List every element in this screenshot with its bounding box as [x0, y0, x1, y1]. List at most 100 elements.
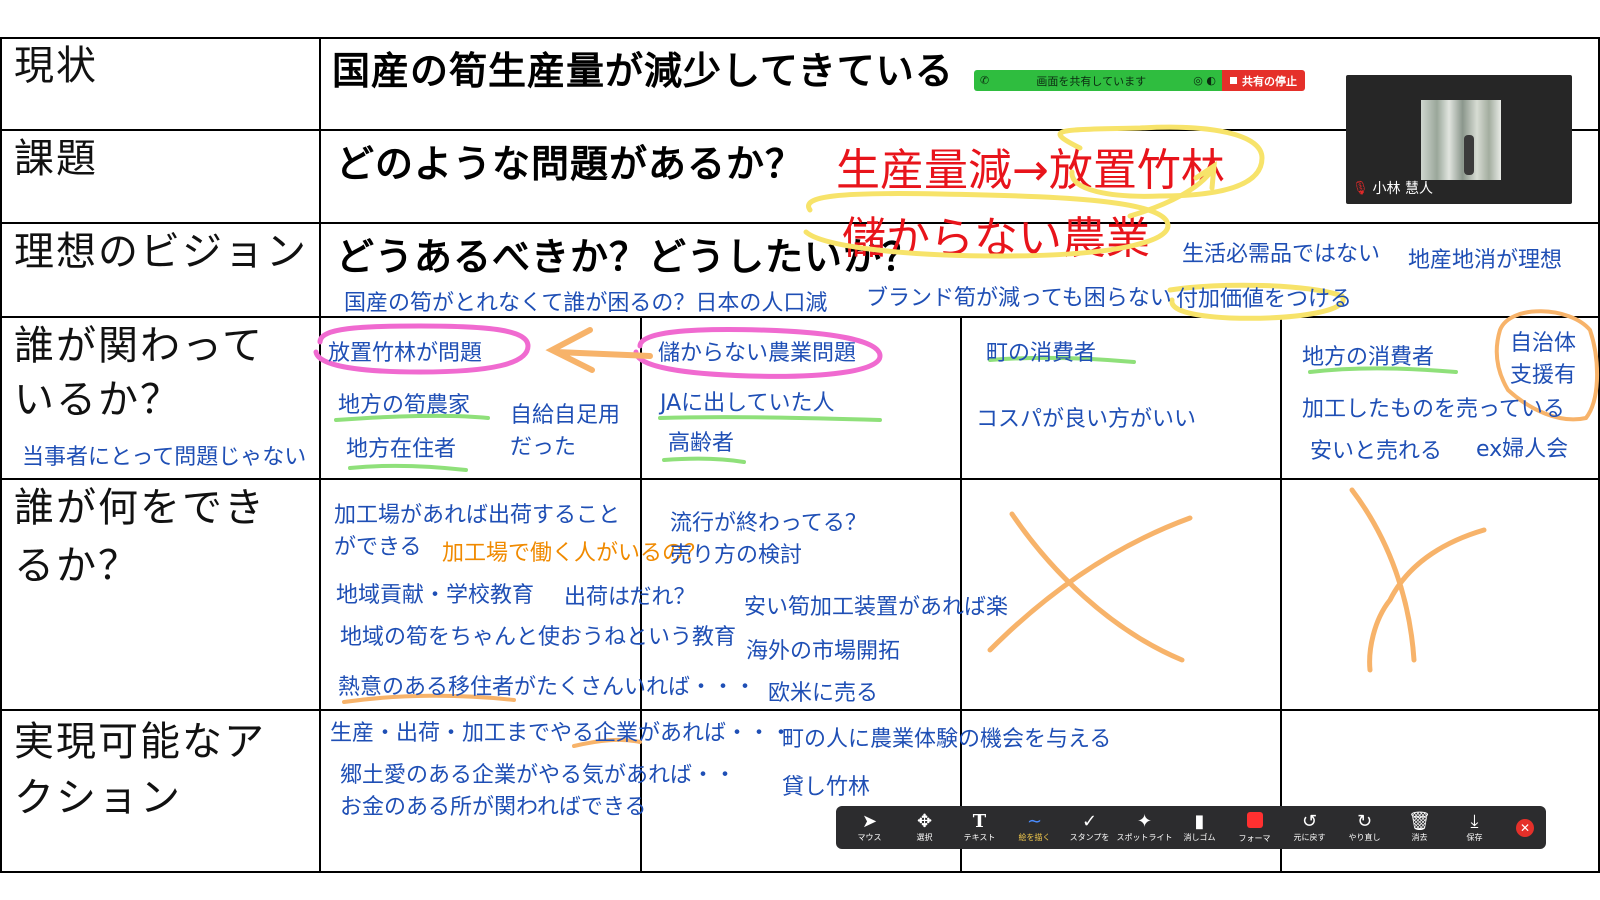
- note-trend-over: 流行が終わってる？: [670, 511, 867, 536]
- row-label-issue: 課題: [14, 136, 98, 182]
- note-plant-workers: 加工場で働く人がいるの？: [442, 541, 707, 566]
- note-passionate-migrants: 熱意のある移住者がたくさんいれば・・・: [338, 675, 757, 700]
- note-processed-goods: 加工したものを売っている: [1302, 397, 1565, 422]
- row-label-stakeholders-2: いるか？: [14, 377, 182, 423]
- note-cheap-sells: 安いと売れる: [1310, 439, 1443, 464]
- note-local-consumer: 地方の消費者: [1302, 345, 1435, 370]
- participant-name: 小林 慧人: [1372, 181, 1433, 197]
- row-label-capabilities-1: 誰が何をでき: [14, 485, 266, 531]
- download-icon: ⤓: [1470, 811, 1479, 832]
- heading-issue: どのような問題があるか？: [336, 142, 805, 186]
- tool-undo[interactable]: ↺ 元に戻す: [1282, 808, 1337, 848]
- move-icon: ✥: [916, 811, 933, 832]
- wand-icon: ✦: [1136, 811, 1153, 832]
- video-person: [1464, 135, 1474, 175]
- close-icon[interactable]: ✕: [1516, 818, 1534, 837]
- tool-eraser[interactable]: ▮ 消しゴム: [1172, 808, 1227, 848]
- tool-text[interactable]: T テキスト: [952, 808, 1007, 848]
- note-farm-experience: 町の人に農業体験の機会を与える: [782, 727, 1112, 752]
- table-border-bottom: [0, 871, 1600, 873]
- shield-icon: ◐: [1206, 74, 1216, 87]
- note-add-value: 付加価値をつける: [1176, 287, 1353, 312]
- row-label-status: 現状: [14, 43, 98, 89]
- note-support: 支援有: [1510, 363, 1577, 388]
- row-label-actions-1: 実現可能なア: [14, 719, 266, 765]
- note-unprofitable-problem: 儲からない農業問題: [658, 341, 857, 366]
- table-row-divider: [0, 478, 1600, 480]
- note-who-troubled: 国産の筍がとれなくて誰が困るの？日本の人口減: [344, 291, 828, 316]
- note-cheap-device: 安い筍加工装置があれば楽: [744, 595, 1009, 620]
- note-motivated-company: 郷土愛のある企業がやる気があれば・・: [340, 763, 737, 788]
- note-not-problem: 当事者にとって問題じゃない: [22, 445, 307, 470]
- note-local-consumption: 地産地消が理想: [1408, 248, 1563, 273]
- tool-mouse[interactable]: ➤ マウス: [842, 808, 897, 848]
- heading-status: 国産の筍生産量が減少してきている: [332, 49, 954, 93]
- note-community-education: 地域貢献・学校教育: [336, 583, 535, 608]
- stop-share-label: 共有の停止: [1242, 74, 1297, 88]
- note-elderly: 高齢者: [668, 431, 735, 456]
- color-swatch-icon: [1246, 811, 1263, 833]
- note-unprofitable-farming: 儲からない農業: [842, 213, 1150, 264]
- share-status[interactable]: ✆ 画面を共有しています ◎ ◐: [974, 70, 1222, 91]
- share-status-text: 画面を共有しています: [1036, 74, 1147, 88]
- note-sales-method: 売り方の検討: [670, 543, 803, 568]
- note-abandoned-bamboo: 放置竹林が問題: [328, 341, 483, 366]
- row-label-vision: 理想のビジョン: [14, 229, 308, 275]
- mic-muted-icon: 🎙: [1352, 180, 1369, 196]
- note-sell-west: 欧米に売る: [768, 681, 879, 706]
- stop-icon: [1230, 77, 1237, 84]
- phone-icon: ✆: [980, 74, 990, 87]
- note-rent-bamboo: 貸し竹林: [782, 775, 871, 800]
- table-col-divider: [1280, 316, 1282, 873]
- note-cost-performance: コスパが良い方がいい: [976, 407, 1197, 432]
- row-label-stakeholders-1: 誰が関わって: [14, 323, 264, 369]
- note-wealthy-involvement: お金のある所が関わればできる: [340, 795, 647, 820]
- stop-share-button[interactable]: 共有の停止: [1222, 70, 1305, 91]
- note-womens-assoc: ex婦人会: [1476, 437, 1569, 462]
- note-integrated-company: 生産・出荷・加工までやる企業があれば・・・: [330, 721, 793, 746]
- heading-vision: どうあるべきか？どうしたいか？: [336, 235, 922, 279]
- note-can-ship: ができる: [334, 535, 422, 560]
- table-col-divider: [319, 37, 321, 873]
- undo-icon: ↺: [1301, 811, 1318, 832]
- video-feed: [1421, 100, 1501, 180]
- note-local-farmer: 地方の筍農家: [338, 393, 471, 418]
- target-icon: ◎: [1193, 74, 1203, 87]
- note-production-decline: 生産量減→放置竹林: [836, 145, 1225, 196]
- tool-format[interactable]: フォーマ: [1227, 808, 1282, 848]
- note-brand-bamboo: ブランド筍が減っても困らない: [866, 286, 1172, 311]
- row-label-actions-2: クション: [14, 775, 182, 821]
- row-label-capabilities-2: るか？: [14, 543, 140, 589]
- tool-save[interactable]: ⤓ 保存: [1447, 808, 1502, 848]
- tool-draw[interactable]: ∼ 絵を描く: [1007, 808, 1062, 848]
- participant-name-tag: 🎙 小林 慧人: [1352, 178, 1433, 198]
- table-border-top: [0, 37, 1600, 39]
- text-icon: T: [972, 811, 987, 832]
- note-self-sufficient: 自給自足用: [510, 403, 621, 428]
- note-processing-plant: 加工場があれば出荷すること: [334, 503, 621, 528]
- cursor-icon: ➤: [861, 811, 878, 832]
- table-row-divider: [0, 222, 1600, 224]
- eraser-icon: ▮: [1194, 811, 1205, 832]
- tool-select[interactable]: ✥ 選択: [897, 808, 952, 848]
- trash-icon: 🗑: [1408, 811, 1431, 832]
- table-row-divider: [0, 709, 1600, 711]
- annotation-toolbar: ➤ マウス ✥ 選択 T テキスト ∼ 絵を描く ✓ スタンプを ✦ スポットライト ▮ 消し…: [836, 806, 1546, 849]
- check-icon: ✓: [1081, 811, 1098, 832]
- note-municipality: 自治体: [1510, 331, 1577, 356]
- squiggle-icon: ∼: [1026, 811, 1043, 832]
- participant-video[interactable]: 🎙 小林 慧人: [1346, 75, 1572, 204]
- note-local-resident: 地方在住者: [346, 437, 457, 462]
- tool-clear[interactable]: 🗑 消去: [1392, 808, 1447, 848]
- tool-redo[interactable]: ↻ やり直し: [1337, 808, 1392, 848]
- note-was: だった: [510, 435, 577, 460]
- note-not-necessity: 生活必需品ではない: [1182, 242, 1381, 267]
- note-who-ships: 出荷はだれ？: [564, 585, 696, 610]
- screen-share-bar: ✆ 画面を共有しています ◎ ◐ 共有の停止: [974, 70, 1305, 91]
- note-town-consumer: 町の消費者: [986, 341, 1097, 366]
- redo-icon: ↻: [1356, 811, 1373, 832]
- tool-stamp[interactable]: ✓ スタンプを: [1062, 808, 1117, 848]
- tool-spotlight[interactable]: ✦ スポットライト: [1117, 808, 1173, 848]
- note-overseas-market: 海外の市場開拓: [746, 639, 901, 664]
- note-ja-sellers: JAに出していた人: [660, 391, 835, 416]
